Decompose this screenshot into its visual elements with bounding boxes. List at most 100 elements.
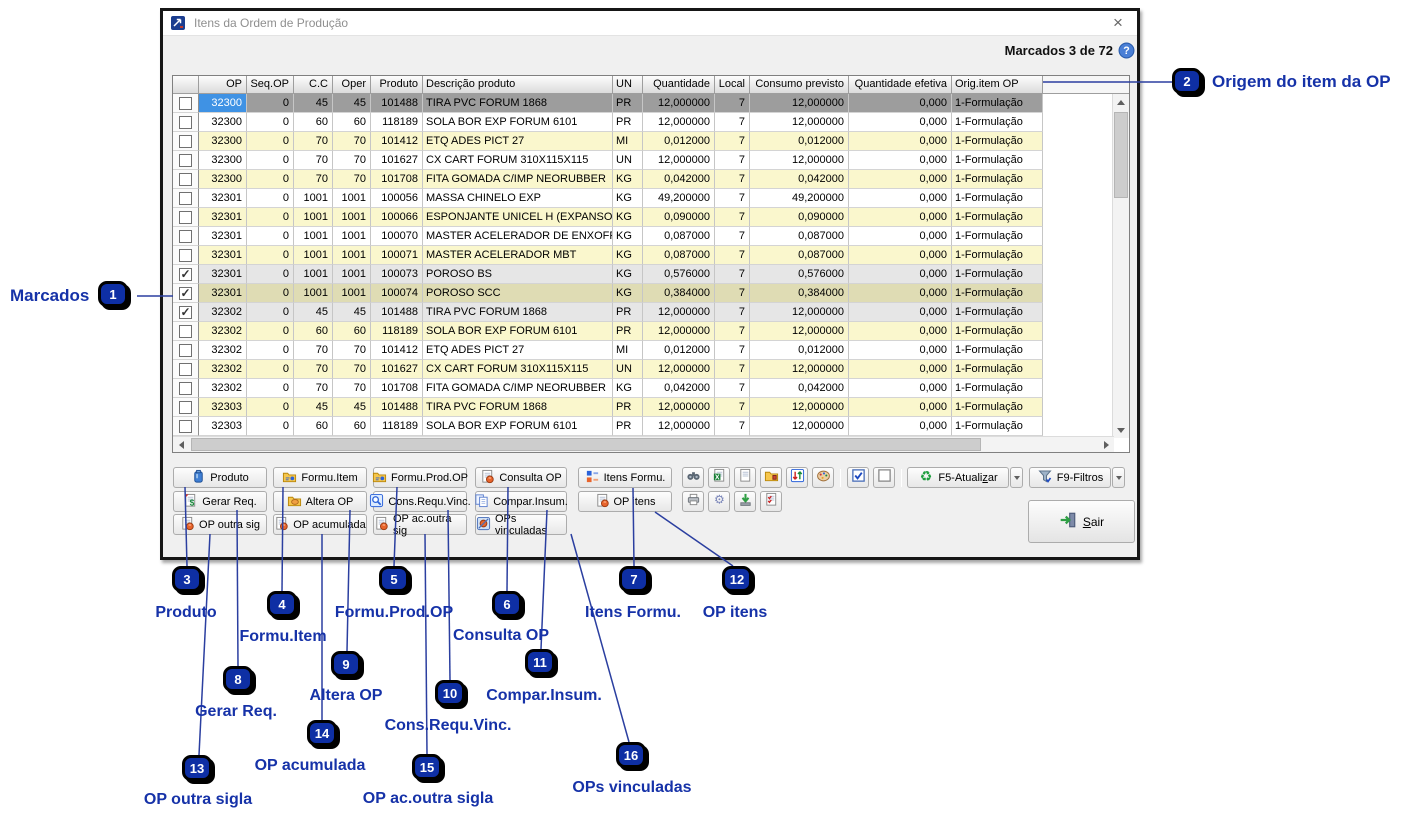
row-checkbox[interactable]: [179, 249, 192, 262]
excel-button[interactable]: X: [708, 467, 730, 488]
table-row[interactable]: 3230007070101708FITA GOMADA C/IMP NEORUB…: [173, 170, 1094, 189]
row-checkbox[interactable]: [179, 211, 192, 224]
formu-prod-op-button[interactable]: Formu.Prod.OP: [373, 467, 467, 488]
table-row[interactable]: 3230007070101412ETQ ADES PICT 27MI0,0120…: [173, 132, 1094, 151]
compar-insum-button[interactable]: Compar.Insum.: [475, 491, 567, 512]
row-checkbox[interactable]: [179, 363, 192, 376]
printer-button[interactable]: [682, 491, 704, 512]
op-outra-sig-button[interactable]: OP outra sig: [173, 514, 267, 535]
column-header-UN[interactable]: UN: [613, 76, 643, 94]
column-header-Seq.OP[interactable]: Seq.OP: [247, 76, 294, 94]
table-row[interactable]: 32301010011001100070MASTER ACELERADOR DE…: [173, 227, 1094, 246]
op-acumulada-button[interactable]: OP acumulada: [273, 514, 367, 535]
column-header-Quantidade efetiva[interactable]: Quantidade efetiva: [849, 76, 952, 94]
horizontal-scrollbar[interactable]: [173, 436, 1114, 452]
formu-item-button[interactable]: Formu.Item: [273, 467, 367, 488]
table-row[interactable]: 3230304545101488TIRA PVC FORUM 1868PR12,…: [173, 398, 1094, 417]
sort-button[interactable]: [786, 467, 808, 488]
row-checkbox[interactable]: [179, 420, 192, 433]
column-header-Descrição produto[interactable]: Descrição produto: [423, 76, 613, 94]
f9-filters-button[interactable]: F9-Filtros: [1029, 467, 1111, 488]
table-row[interactable]: ✓32301010011001100074POROSO SCCKG0,38400…: [173, 284, 1094, 303]
table-row[interactable]: 3230207070101412ETQ ADES PICT 27MI0,0120…: [173, 341, 1094, 360]
row-checkbox[interactable]: [179, 116, 192, 129]
check-off-button[interactable]: [873, 467, 895, 488]
palette-button[interactable]: [812, 467, 834, 488]
cell: 0,000: [849, 341, 952, 360]
document-button[interactable]: [734, 467, 756, 488]
table-row[interactable]: 3230207070101627CX CART FORUM 310X115X11…: [173, 360, 1094, 379]
folder-export-button[interactable]: [760, 467, 782, 488]
horizontal-scroll-thumb[interactable]: [191, 438, 981, 451]
row-checkbox-cell: [173, 189, 199, 208]
column-header-Oper[interactable]: Oper: [333, 76, 371, 94]
op-itens-button[interactable]: OP itens: [578, 491, 672, 512]
row-checkbox-checked[interactable]: ✓: [179, 306, 192, 319]
table-row[interactable]: 32301010011001100066ESPONJANTE UNICEL H …: [173, 208, 1094, 227]
table-row[interactable]: 3230206060118189SOLA BOR EXP FORUM 6101P…: [173, 322, 1094, 341]
funnel-icon: [1037, 468, 1053, 487]
column-header-OP[interactable]: OP: [199, 76, 247, 94]
scroll-down-icon[interactable]: [1113, 422, 1129, 438]
table-row[interactable]: 3230004545101488TIRA PVC FORUM 1868PR12,…: [173, 94, 1094, 113]
check-on-button[interactable]: [847, 467, 869, 488]
scroll-up-icon[interactable]: [1113, 94, 1129, 110]
column-header-Orig.item OP[interactable]: Orig.item OP: [952, 76, 1043, 94]
folder-formula-icon: [372, 469, 387, 487]
table-row[interactable]: 3230207070101708FITA GOMADA C/IMP NEORUB…: [173, 379, 1094, 398]
table-row[interactable]: 3230306060118189SOLA BOR EXP FORUM 6101P…: [173, 417, 1094, 436]
table-row[interactable]: 3230007070101627CX CART FORUM 310X115X11…: [173, 151, 1094, 170]
vertical-scroll-thumb[interactable]: [1114, 112, 1128, 198]
cell: 32302: [199, 360, 247, 379]
cell: KG: [613, 246, 643, 265]
row-checkbox[interactable]: [179, 154, 192, 167]
row-checkbox-cell: [173, 398, 199, 417]
gerar-req-button[interactable]: $Gerar Req.: [173, 491, 267, 512]
altera-op-button[interactable]: Altera OP: [273, 491, 367, 512]
close-icon[interactable]: ×: [1107, 12, 1129, 34]
row-checkbox[interactable]: [179, 230, 192, 243]
help-icon[interactable]: ?: [1118, 42, 1135, 59]
row-checkbox[interactable]: [179, 97, 192, 110]
table-row[interactable]: 32301010011001100056MASSA CHINELO EXPKG4…: [173, 189, 1094, 208]
column-header-Produto[interactable]: Produto: [371, 76, 423, 94]
row-checkbox[interactable]: [179, 382, 192, 395]
cell: 101488: [371, 94, 423, 113]
table-row[interactable]: 32301010011001100071MASTER ACELERADOR MB…: [173, 246, 1094, 265]
sair-exit-button[interactable]: Sair: [1028, 500, 1135, 543]
row-checkbox[interactable]: [179, 135, 192, 148]
row-checkbox-checked[interactable]: ✓: [179, 268, 192, 281]
binoculars-button[interactable]: [682, 467, 704, 488]
cons-requ-vinc-button[interactable]: Cons.Requ.Vinc.: [373, 491, 467, 512]
itens-formu-button[interactable]: Itens Formu.: [578, 467, 672, 488]
column-header-Local[interactable]: Local: [715, 76, 750, 94]
consulta-op-button[interactable]: Consulta OP: [475, 467, 567, 488]
produto-button[interactable]: Produto: [173, 467, 267, 488]
row-checkbox[interactable]: [179, 325, 192, 338]
column-header-C.C[interactable]: C.C: [294, 76, 333, 94]
column-header-Consumo previsto[interactable]: Consumo previsto: [750, 76, 849, 94]
f5-refresh-button[interactable]: ♻F5-Atualizar: [907, 467, 1009, 488]
vertical-scrollbar[interactable]: [1112, 94, 1129, 438]
column-header-Quantidade[interactable]: Quantidade: [643, 76, 715, 94]
filters-dropdown[interactable]: [1112, 467, 1125, 488]
table-row[interactable]: 3230006060118189SOLA BOR EXP FORUM 6101P…: [173, 113, 1094, 132]
scroll-right-icon[interactable]: [1098, 437, 1114, 452]
gear-button[interactable]: ⚙: [708, 491, 730, 512]
cell: 32300: [199, 113, 247, 132]
refresh-dropdown[interactable]: [1010, 467, 1023, 488]
checklist-button[interactable]: [760, 491, 782, 512]
row-checkbox[interactable]: [179, 192, 192, 205]
scroll-left-icon[interactable]: [173, 437, 189, 452]
column-header-checkbox[interactable]: [173, 76, 199, 94]
table-row[interactable]: ✓3230204545101488TIRA PVC FORUM 1868PR12…: [173, 303, 1094, 322]
op-ac-outra-sig-button[interactable]: OP ac.outra sig: [373, 514, 467, 535]
ops-vinculadas-button[interactable]: OPs vinculadas: [475, 514, 567, 535]
cell: 12,000000: [750, 360, 849, 379]
install-button[interactable]: [734, 491, 756, 512]
row-checkbox[interactable]: [179, 401, 192, 414]
table-row[interactable]: ✓32301010011001100073POROSO BSKG0,576000…: [173, 265, 1094, 284]
row-checkbox[interactable]: [179, 344, 192, 357]
row-checkbox-checked[interactable]: ✓: [179, 287, 192, 300]
row-checkbox[interactable]: [179, 173, 192, 186]
